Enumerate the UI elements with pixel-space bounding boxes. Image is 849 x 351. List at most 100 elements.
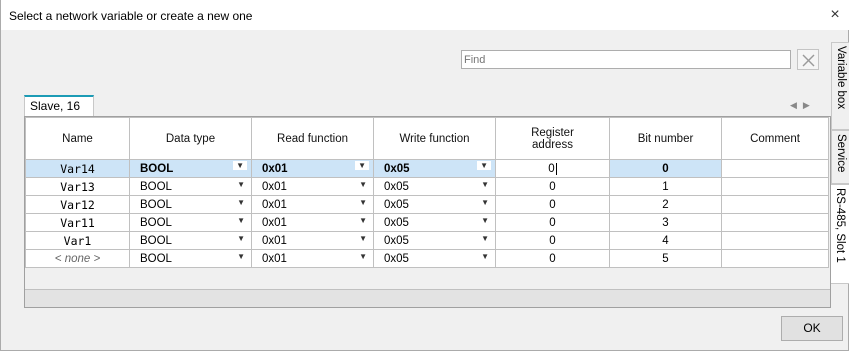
tab-scroll-arrows[interactable]: ◀▶: [790, 100, 816, 111]
header-register-address-label: Register address: [531, 126, 574, 151]
chevron-down-icon[interactable]: ▼: [481, 180, 489, 189]
chevron-down-icon[interactable]: ▼: [237, 216, 245, 225]
chevron-down-icon[interactable]: ▼: [481, 216, 489, 225]
cell-register-address[interactable]: 0: [495, 213, 610, 232]
cell-read-function-value: 0x01: [262, 216, 287, 229]
cell-write-function[interactable]: 0x05 ▼: [373, 249, 496, 268]
cell-read-function[interactable]: 0x01 ▼: [251, 231, 374, 250]
cell-data-type[interactable]: BOOL ▼: [129, 249, 252, 268]
header-bit-number[interactable]: Bit number: [609, 117, 722, 160]
search-clear-button[interactable]: [797, 49, 819, 70]
cell-data-type[interactable]: BOOL ▼: [129, 159, 252, 178]
close-icon[interactable]: ×: [826, 6, 844, 24]
chevron-down-icon[interactable]: ▼: [359, 198, 367, 207]
cell-register-address[interactable]: 0: [495, 249, 610, 268]
cell-write-function[interactable]: 0x05 ▼: [373, 231, 496, 250]
header-data-type[interactable]: Data type: [129, 117, 252, 160]
cell-name[interactable]: Var1: [25, 231, 130, 250]
cell-bit-number[interactable]: 3: [609, 213, 722, 232]
cell-data-type-value: BOOL: [140, 162, 174, 175]
cell-data-type[interactable]: BOOL ▼: [129, 177, 252, 196]
cell-comment[interactable]: [721, 195, 829, 214]
cell-bit-number[interactable]: 4: [609, 231, 722, 250]
table-row[interactable]: Var1 BOOL ▼ 0x01 ▼ 0x05 ▼ 0 4: [25, 231, 829, 250]
chevron-down-icon[interactable]: ▼: [233, 161, 247, 170]
cell-read-function-value: 0x01: [262, 162, 288, 175]
cell-write-function-value: 0x05: [384, 180, 409, 193]
cell-data-type-value: BOOL: [140, 234, 172, 247]
chevron-down-icon[interactable]: ▼: [237, 180, 245, 189]
header-name[interactable]: Name: [25, 117, 130, 160]
cell-read-function[interactable]: 0x01 ▼: [251, 195, 374, 214]
cell-data-type-value: BOOL: [140, 198, 172, 211]
grid-header-row: Name Data type Read function Write funct…: [25, 117, 829, 160]
header-comment[interactable]: Comment: [721, 117, 829, 160]
cell-data-type[interactable]: BOOL ▼: [129, 231, 252, 250]
chevron-down-icon[interactable]: ▼: [481, 198, 489, 207]
chevron-down-icon[interactable]: ▼: [359, 216, 367, 225]
tab-variable-box[interactable]: Variable box: [831, 42, 849, 130]
grid-footer-bar: [25, 289, 830, 307]
cell-write-function[interactable]: 0x05 ▼: [373, 213, 496, 232]
cell-bit-number[interactable]: 2: [609, 195, 722, 214]
chevron-down-icon[interactable]: ▼: [237, 252, 245, 261]
table-row[interactable]: Var13 BOOL ▼ 0x01 ▼ 0x05 ▼ 0 1: [25, 177, 829, 196]
variables-grid: Name Data type Read function Write funct…: [24, 116, 831, 308]
cell-name[interactable]: Var12: [25, 195, 130, 214]
chevron-down-icon[interactable]: ▼: [355, 161, 369, 170]
cell-register-address[interactable]: 0: [495, 195, 610, 214]
header-read-function[interactable]: Read function: [251, 117, 374, 160]
cell-write-function[interactable]: 0x05 ▼: [373, 159, 496, 178]
cell-comment[interactable]: [721, 177, 829, 196]
cell-data-type[interactable]: BOOL ▼: [129, 195, 252, 214]
cell-read-function-value: 0x01: [262, 198, 287, 211]
table-row[interactable]: Var14 BOOL ▼ 0x01 ▼ 0x05 ▼ 0 0: [25, 159, 829, 178]
chevron-down-icon[interactable]: ▼: [237, 198, 245, 207]
cell-comment[interactable]: [721, 249, 829, 268]
chevron-down-icon[interactable]: ▼: [359, 180, 367, 189]
cell-comment[interactable]: [721, 159, 829, 178]
cell-read-function-value: 0x01: [262, 234, 287, 247]
chevron-down-icon[interactable]: ▼: [477, 161, 491, 170]
table-row[interactable]: Var12 BOOL ▼ 0x01 ▼ 0x05 ▼ 0 2: [25, 195, 829, 214]
dialog-title: Select a network variable or create a ne…: [9, 9, 253, 23]
chevron-down-icon[interactable]: ▼: [481, 234, 489, 243]
tab-rs485-slot1-label: RS-485, Slot 1: [834, 188, 846, 263]
search-input[interactable]: [461, 50, 791, 69]
chevron-down-icon[interactable]: ▼: [481, 252, 489, 261]
header-register-address[interactable]: Register address: [495, 117, 610, 160]
chevron-right-icon[interactable]: ▶: [803, 100, 816, 110]
cell-write-function[interactable]: 0x05 ▼: [373, 177, 496, 196]
cell-name[interactable]: Var13: [25, 177, 130, 196]
cell-data-type[interactable]: BOOL ▼: [129, 213, 252, 232]
cell-read-function[interactable]: 0x01 ▼: [251, 249, 374, 268]
cell-name[interactable]: Var14: [25, 159, 130, 178]
cell-data-type-value: BOOL: [140, 180, 172, 193]
chevron-down-icon[interactable]: ▼: [359, 252, 367, 261]
cell-register-address[interactable]: 0: [495, 231, 610, 250]
cell-read-function[interactable]: 0x01 ▼: [251, 159, 374, 178]
chevron-down-icon[interactable]: ▼: [237, 234, 245, 243]
tab-slave[interactable]: Slave, 16: [24, 95, 94, 116]
tab-variable-box-label: Variable box: [835, 46, 847, 110]
chevron-left-icon[interactable]: ◀: [790, 100, 803, 110]
cell-bit-number[interactable]: 1: [609, 177, 722, 196]
tab-service[interactable]: Service: [831, 130, 849, 184]
cell-name[interactable]: Var11: [25, 213, 130, 232]
cell-comment[interactable]: [721, 213, 829, 232]
cell-write-function[interactable]: 0x05 ▼: [373, 195, 496, 214]
cell-name[interactable]: < none >: [25, 249, 130, 268]
table-row[interactable]: < none > BOOL ▼ 0x01 ▼ 0x05 ▼ 0 5: [25, 249, 829, 268]
cell-read-function[interactable]: 0x01 ▼: [251, 213, 374, 232]
ok-button[interactable]: OK: [781, 316, 843, 341]
cell-comment[interactable]: [721, 231, 829, 250]
cell-read-function[interactable]: 0x01 ▼: [251, 177, 374, 196]
cell-bit-number[interactable]: 0: [609, 159, 722, 178]
cell-register-address-editor[interactable]: 0: [495, 159, 610, 178]
chevron-down-icon[interactable]: ▼: [359, 234, 367, 243]
tab-rs485-slot1[interactable]: RS-485, Slot 1: [831, 184, 849, 284]
cell-bit-number[interactable]: 5: [609, 249, 722, 268]
table-row[interactable]: Var11 BOOL ▼ 0x01 ▼ 0x05 ▼ 0 3: [25, 213, 829, 232]
header-write-function[interactable]: Write function: [373, 117, 496, 160]
cell-register-address[interactable]: 0: [495, 177, 610, 196]
